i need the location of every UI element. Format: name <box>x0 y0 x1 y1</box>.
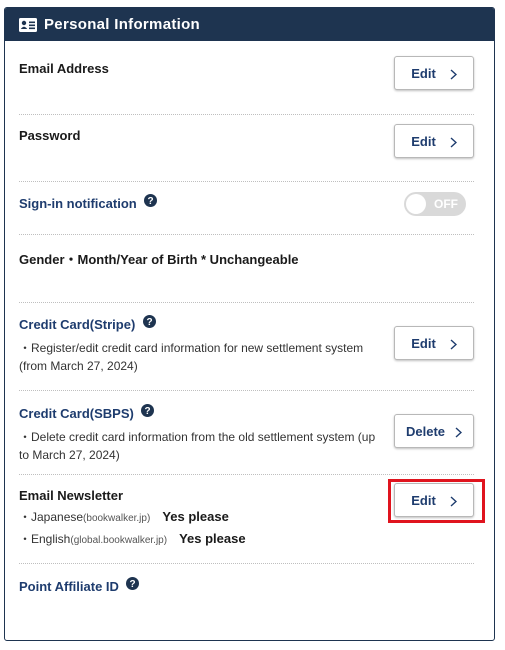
row-point-affiliate-id: Point Affiliate ID ? <box>19 577 474 608</box>
newsletter-japanese-lang: ・Japanese <box>19 510 84 524</box>
help-icon[interactable]: ? <box>141 404 155 422</box>
row-credit-card-stripe: Credit Card(Stripe) ? ・Register/edit cre… <box>19 315 474 391</box>
point-affiliate-id-label: Point Affiliate ID <box>19 579 119 594</box>
edit-password-button-label: Edit <box>411 133 436 149</box>
panel-title: Personal Information <box>44 16 201 33</box>
svg-text:?: ? <box>148 196 154 207</box>
chevron-right-icon <box>450 68 457 80</box>
credit-card-sbps-description: ・Delete credit card information from the… <box>19 430 376 462</box>
credit-card-stripe-label: Credit Card(Stripe) <box>19 317 136 332</box>
chevron-right-icon <box>450 495 457 507</box>
gender-birth-label: Gender・Month/Year of Birth * Unchangeabl… <box>19 252 299 267</box>
edit-stripe-button-label: Edit <box>411 335 436 351</box>
row-email-newsletter: Email Newsletter ・Japanese (bookwalker.j… <box>19 483 474 564</box>
delete-sbps-button-label: Delete <box>405 423 446 439</box>
row-password: Password Edit <box>19 124 474 182</box>
newsletter-english-lang: ・English <box>19 532 71 546</box>
id-card-icon <box>19 17 37 32</box>
svg-text:?: ? <box>130 579 136 590</box>
help-icon[interactable]: ? <box>142 315 156 333</box>
chevron-right-icon <box>450 136 457 148</box>
credit-card-stripe-description: ・Register/edit credit card information f… <box>19 341 376 373</box>
newsletter-english: ・English (global.bookwalker.jp) Yes plea… <box>19 530 474 547</box>
row-gender-birth: Gender・Month/Year of Birth * Unchangeabl… <box>19 249 474 303</box>
row-credit-card-sbps: Credit Card(SBPS) ? ・Delete credit card … <box>19 404 474 475</box>
edit-email-button-label: Edit <box>411 65 436 81</box>
delete-credit-card-sbps-button[interactable]: Delete <box>394 414 474 448</box>
help-icon[interactable]: ? <box>144 194 158 212</box>
newsletter-english-value: Yes please <box>179 531 246 546</box>
newsletter-english-site: (global.bookwalker.jp) <box>70 535 168 546</box>
edit-credit-card-stripe-button[interactable]: Edit <box>394 326 474 360</box>
svg-text:?: ? <box>145 406 151 417</box>
edit-newsletter-button-label: Edit <box>411 492 436 508</box>
edit-password-button[interactable]: Edit <box>394 124 474 158</box>
credit-card-sbps-label: Credit Card(SBPS) <box>19 406 134 421</box>
newsletter-japanese-site: (bookwalker.jp) <box>83 513 151 524</box>
row-signin-notification: Sign-in notification ? OFF <box>19 192 474 235</box>
chevron-right-icon <box>450 338 457 350</box>
row-email-address: Email Address Edit <box>19 56 474 115</box>
toggle-state-label: OFF <box>434 197 458 211</box>
toggle-knob <box>406 194 426 214</box>
svg-text:?: ? <box>146 317 152 328</box>
panel-header: Personal Information <box>5 8 494 41</box>
chevron-right-icon <box>455 426 463 438</box>
newsletter-japanese-value: Yes please <box>162 509 229 524</box>
signin-notification-label: Sign-in notification <box>19 196 137 211</box>
help-icon[interactable]: ? <box>126 577 140 595</box>
edit-email-button[interactable]: Edit <box>394 56 474 90</box>
signin-notification-toggle[interactable]: OFF <box>404 192 466 216</box>
edit-newsletter-button[interactable]: Edit <box>394 483 474 517</box>
